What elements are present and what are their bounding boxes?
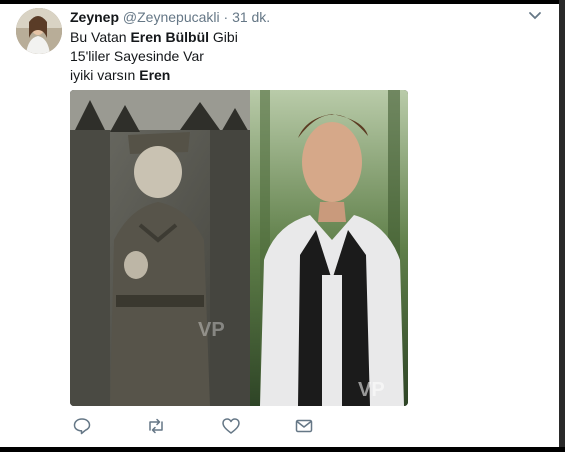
text-segment: Bu Vatan — [70, 29, 131, 45]
avatar[interactable] — [16, 8, 62, 54]
retweet-icon[interactable] — [146, 416, 166, 436]
watermark-right: VP — [358, 379, 385, 401]
avatar-photo — [16, 8, 62, 54]
watermark-left: VP — [198, 319, 225, 341]
tweet-text-line-3: iyiki varsın Eren — [70, 66, 238, 85]
tweet-media-image[interactable]: VP VP — [70, 90, 408, 406]
tweet-text-line-2: 15'liler Sayesinde Var — [70, 48, 204, 64]
heart-icon[interactable] — [221, 416, 241, 436]
envelope-icon[interactable] — [294, 416, 314, 436]
collage-photo: VP VP — [70, 90, 408, 406]
text-bold-name: Eren Bülbül — [130, 29, 210, 45]
window-right-border — [559, 0, 565, 452]
tweet-timestamp[interactable]: 31 dk. — [232, 9, 270, 25]
chevron-down-icon[interactable] — [528, 11, 542, 21]
reply-icon[interactable] — [72, 416, 92, 436]
text-segment: iyiki varsın — [70, 67, 140, 83]
tweet-text: Bu Vatan Eren Bülbül Gibi 15'liler Sayes… — [70, 28, 238, 85]
user-handle[interactable]: @Zeynepucakli — [123, 9, 220, 25]
user-name[interactable]: Zeynep — [70, 9, 119, 25]
text-bold-name: Eren — [139, 67, 171, 83]
tweet-header: Zeynep @Zeynepucakli · 31 dk. — [70, 8, 270, 26]
tweet-text-line-1: Bu Vatan Eren Bülbül Gibi — [70, 28, 238, 47]
header-separator: · — [223, 9, 229, 25]
text-segment: Gibi — [209, 29, 238, 45]
tweet-card: Zeynep @Zeynepucakli · 31 dk. Bu Vatan E… — [0, 4, 559, 447]
window-bottom-border — [0, 447, 565, 452]
